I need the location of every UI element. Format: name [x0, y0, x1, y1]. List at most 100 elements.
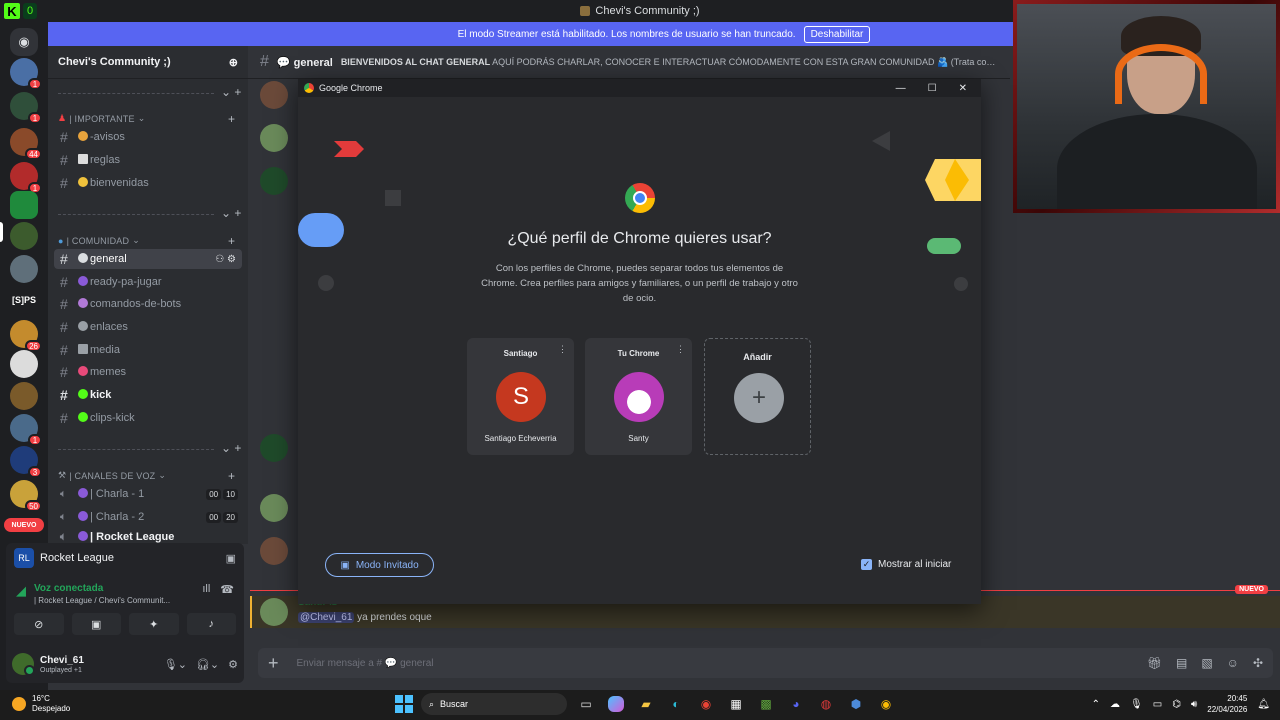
server-icon[interactable]: 1 [10, 92, 42, 124]
sticker-icon[interactable]: ▧ [1201, 656, 1212, 670]
taskbar-search[interactable]: ⌕ Buscar [421, 693, 567, 715]
notifications-icon[interactable]: 🔔︎ [1257, 699, 1270, 710]
discord-home-icon[interactable]: ◉ [10, 28, 38, 56]
server-icon[interactable]: 44 [10, 128, 42, 160]
category-importante[interactable]: ♟ | IMPORTANTE ⌄ + [58, 112, 235, 126]
close-icon[interactable]: ✕ [959, 83, 967, 94]
avatar[interactable] [260, 537, 288, 565]
add-member-icon[interactable]: ⊕ [229, 56, 238, 69]
display-icon[interactable]: ▭ [1153, 699, 1162, 710]
server-icon[interactable]: 3 [10, 446, 42, 478]
disable-streamer-button[interactable]: Deshabilitar [803, 25, 871, 43]
avatar[interactable] [260, 167, 288, 195]
store-icon[interactable]: ▦ [725, 693, 747, 715]
server-icon[interactable]: 26 [10, 320, 42, 352]
add-profile-card[interactable]: Añadir + [704, 338, 811, 455]
rocket-league-taskbar-icon[interactable]: ⬢ [845, 693, 867, 715]
channel-topic[interactable]: BIENVENIDOS AL CHAT GENERAL AQUÍ PODRÁS … [341, 57, 998, 68]
chrome-taskbar-icon[interactable]: ◉ [695, 693, 717, 715]
channel-reglas[interactable]: # reglas [54, 150, 242, 170]
noise-suppression-icon[interactable]: ıll [202, 583, 210, 605]
headphones-icon[interactable]: 🎧︎⌄ [196, 658, 219, 671]
file-explorer-icon[interactable]: ▰ [635, 693, 657, 715]
emoji-icon[interactable]: ☺ [1227, 656, 1239, 670]
channel-clips-kick[interactable]: # clips-kick [54, 408, 242, 428]
server-icon[interactable]: 1 [10, 162, 42, 194]
server-icon[interactable] [10, 191, 38, 219]
copilot-icon[interactable] [608, 696, 624, 712]
message-input[interactable]: Enviar mensaje a # 💬 general [297, 658, 1129, 669]
add-icon[interactable]: ⌄ + [221, 206, 241, 220]
channel-general[interactable]: # general ⚇ ⚙ [54, 249, 242, 269]
activities-button[interactable]: ✦ [129, 613, 179, 635]
gif-icon[interactable]: ▤ [1176, 656, 1187, 670]
network-icon[interactable]: ⌬ [1172, 699, 1181, 710]
new-servers-pill[interactable]: NUEVO [4, 518, 44, 532]
server-icon[interactable] [10, 350, 38, 378]
avatar[interactable] [12, 653, 35, 676]
tray-app-icon[interactable]: ☁ [1110, 699, 1120, 710]
avatar[interactable] [260, 81, 288, 109]
camera-off-button[interactable]: ⊘ [14, 613, 64, 635]
voice-channel-charla-1[interactable]: 🔈︎ | Charla - 1 00 10 [54, 484, 242, 504]
checkbox-checked-icon[interactable]: ✓ [861, 559, 872, 570]
channel-ready-pa-jugar[interactable]: # ready-pa-jugar [54, 272, 242, 292]
server-icon[interactable] [10, 255, 38, 283]
user-mention[interactable]: @Chevi_61 [298, 612, 355, 623]
more-options-icon[interactable]: ⋮ [558, 344, 567, 355]
more-options-icon[interactable]: ⋮ [676, 344, 685, 355]
microphone-icon[interactable]: 🎙︎⌄ [164, 658, 187, 671]
avatar[interactable] [260, 124, 288, 152]
channel-settings-icon[interactable]: ⚇ ⚙ [215, 254, 236, 265]
create-channel-icon[interactable]: + [228, 112, 235, 126]
server-icon[interactable] [10, 382, 38, 410]
add-icon[interactable]: ⌄ + [221, 85, 241, 99]
add-icon[interactable]: ⌄ + [221, 441, 241, 455]
profile-card-santiago[interactable]: Santiago ⋮ S Santiago Echeverria [467, 338, 574, 455]
volume-icon[interactable]: 🔊︎ [1191, 699, 1197, 710]
guest-mode-button[interactable]: ▣ Modo Invitado [325, 553, 434, 577]
screen-share-button[interactable]: ▣ [71, 613, 121, 635]
weather-widget[interactable]: 16°C Despejado [12, 694, 70, 714]
channel-comandos-de-bots[interactable]: # comandos-de-bots [54, 294, 242, 314]
minimize-icon[interactable]: — [896, 83, 906, 94]
edge-icon[interactable]: ◐ [665, 693, 687, 715]
voice-channel-rocket-league[interactable]: 🔈︎ | Rocket League [54, 530, 242, 544]
server-icon[interactable]: 50 [10, 480, 42, 512]
username[interactable]: Chevi_61 [40, 655, 84, 666]
category-canales-de-voz[interactable]: ⚒ | CANALES DE VOZ ⌄ + [58, 469, 235, 483]
maximize-icon[interactable]: ☐ [928, 83, 937, 94]
channel-memes[interactable]: # memes [54, 362, 242, 382]
server-icon[interactable]: 1 [10, 414, 42, 446]
create-channel-icon[interactable]: + [228, 234, 235, 248]
channel-avisos[interactable]: # -avisos [54, 127, 242, 147]
app-icon[interactable]: ◍ [815, 693, 837, 715]
server-icon-sps[interactable]: [S]PS [10, 286, 38, 314]
server-icon[interactable] [10, 222, 38, 250]
chrome-active-icon[interactable]: ◉ [875, 693, 897, 715]
server-icon[interactable]: 1 [10, 58, 42, 90]
channel-bienvenidas[interactable]: # bienvenidas [54, 173, 242, 193]
microphone-icon[interactable]: 🎙︎ [1130, 699, 1143, 710]
voice-channel-charla-2[interactable]: 🔈︎ | Charla - 2 00 20 [54, 507, 242, 527]
apps-icon[interactable]: ✣ [1253, 656, 1263, 670]
server-header[interactable]: Chevi's Community ;) ⊕ [48, 46, 248, 79]
clock[interactable]: 20:45 22/04/2026 [1207, 693, 1247, 715]
chevron-up-icon[interactable]: ⌃ [1092, 699, 1100, 710]
avatar[interactable] [260, 494, 288, 522]
app-tray-icon[interactable]: 0 [23, 3, 37, 19]
disconnect-icon[interactable]: ☎ [220, 583, 234, 605]
soundboard-button[interactable]: ♪ [186, 613, 236, 635]
avatar[interactable] [260, 434, 288, 462]
task-view-icon[interactable]: ▭ [575, 693, 597, 715]
voice-status[interactable]: Voz conectada [34, 583, 170, 594]
profile-card-tu-chrome[interactable]: Tu Chrome ⋮ Santy [585, 338, 692, 455]
channel-media[interactable]: # media [54, 340, 242, 360]
voice-channel-path[interactable]: | Rocket League / Chevi's Communit... [34, 596, 170, 605]
attach-button[interactable]: + [268, 653, 279, 674]
stream-game-icon[interactable]: ▣ [226, 552, 236, 565]
kick-icon[interactable]: K [4, 3, 20, 19]
create-channel-icon[interactable]: + [228, 469, 235, 483]
category-comunidad[interactable]: ● | COMUNIDAD ⌄ + [58, 234, 235, 248]
discord-taskbar-icon[interactable]: ◕ [785, 693, 807, 715]
